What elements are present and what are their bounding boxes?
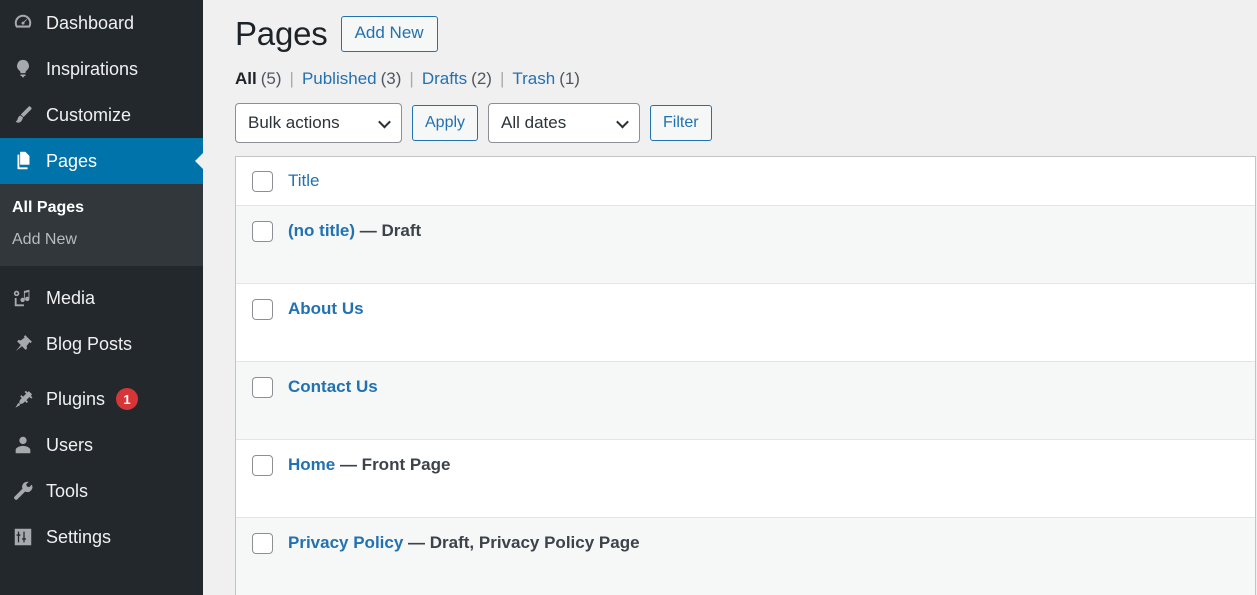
column-header-title[interactable]: Title	[288, 171, 320, 190]
sidebar-item-customize[interactable]: Customize	[0, 92, 203, 138]
row-checkbox[interactable]	[252, 533, 273, 554]
sidebar-item-label: Tools	[46, 482, 88, 500]
plug-icon	[8, 384, 38, 414]
current-menu-arrow-icon	[195, 152, 203, 170]
filter-count-trash: (1)	[559, 69, 580, 89]
date-filter-select[interactable]: All dates	[488, 103, 640, 143]
pushpin-icon	[8, 329, 38, 359]
row-checkbox[interactable]	[252, 221, 273, 242]
row-select-cell	[236, 362, 288, 398]
filter-link-trash[interactable]: Trash	[512, 69, 555, 89]
chevron-down-icon	[616, 116, 629, 129]
row-select-cell	[236, 284, 288, 320]
row-post-state: — Draft	[355, 221, 421, 240]
row-title-cell: Privacy Policy — Draft, Privacy Policy P…	[288, 518, 1255, 555]
user-icon	[8, 430, 38, 460]
table-row: (no title) — Draft	[236, 206, 1255, 284]
bulk-actions-value: Bulk actions	[248, 113, 340, 133]
row-title-cell: Home — Front Page	[288, 440, 1255, 477]
sidebar-item-label: Media	[46, 289, 95, 307]
row-post-state: — Draft, Privacy Policy Page	[403, 533, 639, 552]
dashboard-icon	[8, 8, 38, 38]
row-title-cell: About Us	[288, 284, 1255, 321]
row-title-link[interactable]: Home	[288, 455, 335, 474]
row-select-cell	[236, 518, 288, 554]
column-header-title-cell: Title	[288, 169, 1255, 193]
sidebar-item-label: Blog Posts	[46, 335, 132, 353]
sidebar-item-dashboard[interactable]: Dashboard	[0, 0, 203, 46]
table-navigation-top: Bulk actions Apply All dates Filter	[235, 103, 1257, 143]
sidebar-item-label: Pages	[46, 152, 97, 170]
row-title-cell: (no title) — Draft	[288, 206, 1255, 243]
select-all-cell	[236, 171, 288, 192]
date-filter-value: All dates	[501, 113, 566, 133]
pages-icon	[8, 146, 38, 176]
sidebar-item-label: Users	[46, 436, 93, 454]
sidebar-item-label: Customize	[46, 106, 131, 124]
select-all-checkbox[interactable]	[252, 171, 273, 192]
sidebar-item-label: Dashboard	[46, 14, 134, 32]
submenu-item-add-new[interactable]: Add New	[0, 224, 203, 256]
row-checkbox[interactable]	[252, 455, 273, 476]
table-row: Home — Front Page	[236, 440, 1255, 518]
main-content: Pages Add New All (5) | Published (3) | …	[203, 0, 1257, 595]
paintbrush-icon	[8, 100, 38, 130]
row-select-cell	[236, 206, 288, 242]
plugins-update-badge: 1	[116, 388, 138, 410]
sidebar-item-label: Settings	[46, 528, 111, 546]
sidebar-item-users[interactable]: Users	[0, 422, 203, 468]
sidebar-item-blog-posts[interactable]: Blog Posts	[0, 321, 203, 367]
filter-button[interactable]: Filter	[650, 105, 712, 142]
row-title-link[interactable]: Privacy Policy	[288, 533, 403, 552]
status-filter-links: All (5) | Published (3) | Drafts (2) | T…	[235, 69, 1257, 89]
filter-count-published: (3)	[381, 69, 402, 89]
sidebar-item-label: Inspirations	[46, 60, 138, 78]
filter-count-all: (5)	[261, 69, 282, 89]
sidebar-item-inspirations[interactable]: Inspirations	[0, 46, 203, 92]
sidebar-item-settings[interactable]: Settings	[0, 514, 203, 560]
table-row: About Us	[236, 284, 1255, 362]
submenu-item-all-pages[interactable]: All Pages	[0, 192, 203, 224]
filter-separator: |	[500, 69, 504, 89]
row-checkbox[interactable]	[252, 377, 273, 398]
row-checkbox[interactable]	[252, 299, 273, 320]
add-new-button[interactable]: Add New	[341, 16, 438, 52]
page-title: Pages	[235, 14, 328, 54]
filter-separator: |	[290, 69, 294, 89]
row-post-state: — Front Page	[335, 455, 450, 474]
sidebar-item-tools[interactable]: Tools	[0, 468, 203, 514]
filter-link-published[interactable]: Published	[302, 69, 377, 89]
wrench-icon	[8, 476, 38, 506]
menu-separator	[0, 367, 203, 376]
menu-separator	[0, 266, 203, 275]
filter-link-drafts[interactable]: Drafts	[422, 69, 467, 89]
row-title-link[interactable]: (no title)	[288, 221, 355, 240]
filter-separator: |	[409, 69, 413, 89]
apply-button[interactable]: Apply	[412, 105, 478, 142]
sidebar-item-label: Plugins	[46, 390, 105, 408]
bulk-actions-select[interactable]: Bulk actions	[235, 103, 402, 143]
row-title-cell: Contact Us	[288, 362, 1255, 399]
table-row: Privacy Policy — Draft, Privacy Policy P…	[236, 518, 1255, 595]
sidebar-item-plugins[interactable]: Plugins 1	[0, 376, 203, 422]
sidebar-item-media[interactable]: Media	[0, 275, 203, 321]
sidebar-item-pages[interactable]: Pages	[0, 138, 203, 184]
pages-submenu: All Pages Add New	[0, 184, 203, 266]
filter-link-all[interactable]: All	[235, 69, 257, 89]
row-title-link[interactable]: Contact Us	[288, 377, 378, 396]
row-title-link[interactable]: About Us	[288, 299, 364, 318]
table-row: Contact Us	[236, 362, 1255, 440]
page-header: Pages Add New	[235, 10, 1257, 58]
pages-table: Title (no title) — Draft About Us	[235, 156, 1256, 595]
media-icon	[8, 283, 38, 313]
filter-count-drafts: (2)	[471, 69, 492, 89]
wp-admin-screen: Dashboard Inspirations Customize Pages A…	[0, 0, 1257, 595]
table-header-row: Title	[236, 157, 1255, 206]
chevron-down-icon	[378, 116, 391, 129]
admin-sidebar: Dashboard Inspirations Customize Pages A…	[0, 0, 203, 595]
row-select-cell	[236, 440, 288, 476]
lightbulb-icon	[8, 54, 38, 84]
sliders-icon	[8, 522, 38, 552]
